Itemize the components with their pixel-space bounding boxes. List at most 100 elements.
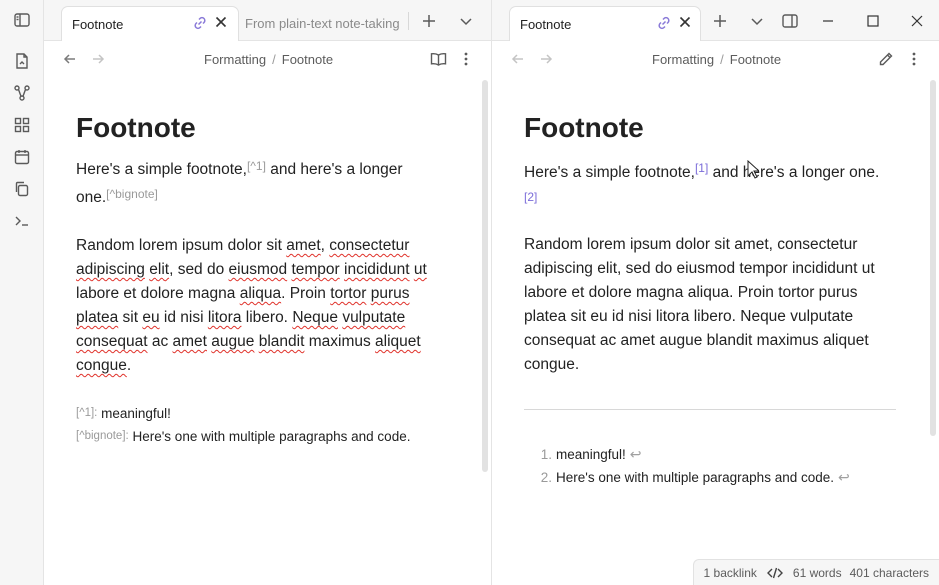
tab-title: From plain-text note-taking — [245, 16, 400, 31]
back-arrow-icon[interactable] — [56, 45, 84, 73]
maximize-window-icon[interactable] — [860, 8, 886, 34]
misspelled-word[interactable]: purus — [371, 285, 410, 302]
paragraph-text: , — [320, 237, 330, 254]
breadcrumb-folder[interactable]: Formatting — [204, 52, 266, 67]
minimize-window-icon[interactable] — [815, 8, 841, 34]
lorem-paragraph: Random lorem ipsum dolor sit amet, conse… — [524, 236, 875, 373]
lorem-paragraph[interactable]: Random lorem ipsum dolor sit amet, conse… — [76, 234, 446, 378]
paragraph-text: , sed do — [169, 261, 229, 278]
misspelled-word[interactable]: litora — [208, 309, 242, 326]
misspelled-word[interactable]: aliquet — [375, 333, 421, 350]
misspelled-word[interactable]: eu — [142, 309, 159, 326]
misspelled-word[interactable]: vulputate — [342, 309, 405, 326]
close-tab-icon[interactable] — [678, 15, 692, 29]
more-options-icon[interactable] — [900, 45, 928, 73]
misspelled-word[interactable]: Neque — [292, 309, 338, 326]
left-tab-bar: Footnote From plain-text note-taking — [44, 0, 491, 41]
copy-files-icon[interactable] — [8, 175, 36, 203]
footnotes-separator — [524, 409, 896, 410]
tab-title: Footnote — [72, 16, 124, 32]
misspelled-word[interactable]: tempor — [291, 261, 339, 278]
editor-content[interactable]: Footnote Here's a simple footnote,[^1] a… — [76, 77, 448, 448]
word-count: 61 words — [792, 565, 842, 580]
footnote-definition-1[interactable]: [^1]: meaningful! — [76, 402, 448, 425]
footnote-paragraph: Here's a simple footnote,[1] and here's … — [524, 156, 904, 211]
footnote-label: [^1]: — [76, 407, 98, 419]
breadcrumb-note[interactable]: Footnote — [282, 52, 333, 67]
calendar-icon[interactable] — [8, 143, 36, 171]
return-arrow-icon[interactable]: ↩ — [630, 446, 642, 462]
sidebar-toggle-icon[interactable] — [8, 6, 36, 34]
misspelled-word[interactable]: ut — [414, 261, 427, 278]
tab-footnote-right[interactable]: Footnote — [509, 6, 701, 41]
new-tab-icon[interactable] — [707, 8, 733, 34]
misspelled-word[interactable]: congue — [76, 357, 127, 374]
breadcrumb-note[interactable]: Footnote — [730, 52, 781, 67]
tab-list-chevron-icon[interactable] — [744, 8, 770, 34]
character-count: 401 characters — [849, 565, 929, 580]
paragraph-text: and here's a longer — [265, 161, 403, 178]
pane-divider[interactable] — [491, 0, 492, 585]
breadcrumb-folder[interactable]: Formatting — [652, 52, 714, 67]
footnote-paragraph[interactable]: Here's a simple footnote,[^1] and here's… — [76, 154, 448, 210]
misspelled-word[interactable]: tortor — [330, 285, 366, 302]
paragraph-text: ac — [147, 333, 173, 350]
code-source-icon[interactable] — [766, 566, 783, 580]
graph-view-icon[interactable] — [8, 79, 36, 107]
return-arrow-icon[interactable]: ↩ — [838, 469, 850, 485]
footnote-number: 2. — [540, 470, 552, 485]
terminal-icon[interactable] — [8, 207, 36, 235]
paragraph-text: . — [126, 357, 132, 374]
back-arrow-icon[interactable] — [504, 45, 532, 73]
footnote-marker-bignote[interactable]: [^bignote] — [106, 187, 158, 201]
canvas-icon[interactable] — [8, 111, 36, 139]
tab-footnote-left[interactable]: Footnote — [61, 6, 239, 41]
paragraph-text: . Proin — [281, 285, 331, 302]
quick-switcher-icon[interactable] — [8, 47, 36, 75]
left-ribbon — [0, 0, 44, 585]
misspelled-word[interactable]: elit — [149, 261, 169, 278]
footnote-ref-2[interactable]: [2] — [524, 190, 537, 204]
reading-view-book-icon[interactable] — [424, 45, 452, 73]
misspelled-word[interactable]: incididunt — [344, 261, 410, 278]
footnote-text: Here's one with multiple paragraphs and … — [556, 470, 834, 485]
misspelled-word[interactable]: aliqua — [240, 285, 281, 302]
close-tab-icon[interactable] — [214, 15, 228, 29]
tab-list-chevron-icon[interactable] — [453, 8, 479, 34]
misspelled-word[interactable]: eiusmod — [229, 261, 288, 278]
footnote-item-1: 1. meaningful! ↩ — [536, 443, 904, 466]
left-view-header: Formatting / Footnote — [44, 41, 491, 77]
note-title[interactable]: Footnote — [76, 111, 448, 145]
edit-pencil-icon[interactable] — [872, 45, 900, 73]
more-options-icon[interactable] — [452, 45, 480, 73]
misspelled-word[interactable]: augue — [211, 333, 254, 350]
misspelled-word[interactable]: platea — [76, 309, 118, 326]
left-scrollbar[interactable] — [482, 80, 488, 472]
misspelled-word[interactable]: consectetur — [329, 237, 409, 254]
forward-arrow-icon[interactable] — [532, 45, 560, 73]
footnote-number: 1. — [540, 447, 552, 462]
misspelled-word[interactable]: consequat — [76, 333, 148, 350]
footnote-definition-bignote[interactable]: [^bignote]: Here's one with multiple par… — [76, 425, 448, 448]
right-scrollbar[interactable] — [930, 80, 936, 436]
paragraph-text: libero. — [241, 309, 293, 326]
footnote-text: meaningful! — [97, 406, 171, 421]
reading-content: Footnote Here's a simple footnote,[1] an… — [524, 77, 904, 489]
new-tab-icon[interactable] — [416, 8, 442, 34]
backlink-count[interactable]: 1 backlink — [704, 566, 757, 580]
paragraph-text: and here's a longer one. — [708, 164, 880, 181]
breadcrumb: Formatting / Footnote — [204, 41, 333, 77]
close-window-icon[interactable] — [904, 8, 930, 34]
misspelled-word[interactable]: blandit — [259, 333, 305, 350]
paragraph-text: Here's a simple footnote, — [524, 164, 695, 181]
misspelled-word[interactable]: amet — [173, 333, 207, 350]
footnote-ref-1[interactable]: [1] — [695, 161, 708, 175]
footnote-marker-1[interactable]: [^1] — [247, 159, 266, 173]
paragraph-text: one. — [76, 189, 107, 206]
forward-arrow-icon[interactable] — [84, 45, 112, 73]
misspelled-word[interactable]: amet — [286, 237, 320, 254]
breadcrumb-separator: / — [272, 51, 276, 67]
misspelled-word[interactable]: adipiscing — [76, 261, 145, 278]
right-sidebar-toggle-icon[interactable] — [777, 8, 803, 34]
tab-plain-text[interactable]: From plain-text note-taking — [241, 6, 404, 41]
